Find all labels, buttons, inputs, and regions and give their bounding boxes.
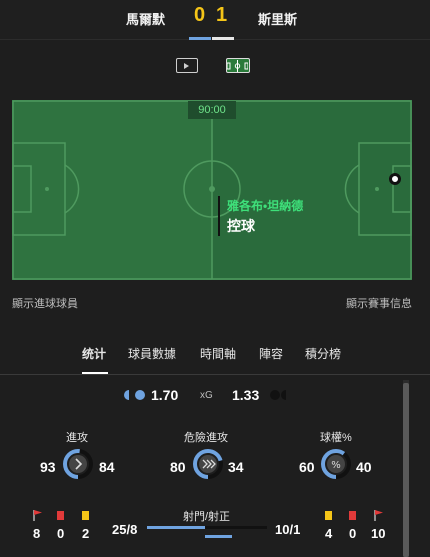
pitch-markings [12,100,412,280]
home-score-underline [189,37,211,40]
possession-player: 雅各布•坦納德 [227,199,304,213]
tab-lineups[interactable]: 陣容 [259,345,283,362]
home-corners-count: 8 [33,526,41,541]
away-yellow-card-icon [325,511,332,520]
away-red-cards-count: 0 [349,526,357,541]
dangerous-attacks-home-value: 80 [170,459,186,475]
away-shots-value: 10/1 [275,522,301,537]
away-red-card-icon [349,511,356,520]
possession-title: 球權% [320,432,352,444]
tab-player-stats[interactable]: 球員數據 [128,345,176,362]
home-shots-value: 25/8 [112,522,138,537]
dangerous-attacks-away-value: 34 [228,459,244,475]
away-shots-bar [205,526,267,529]
away-corners-count: 10 [371,526,386,541]
possession-home-value: 60 [299,459,315,475]
play-icon [184,63,189,69]
home-team-name[interactable]: 馬爾默 [126,9,165,28]
tab-timeline[interactable]: 時間軸 [200,345,236,362]
tab-bar: 统计 球員數據 時間軸 陣容 積分榜 [0,340,430,375]
away-score-underline [212,37,234,40]
away-yellow-cards-count: 4 [325,526,333,541]
dangerous-attacks-gauge [193,449,223,479]
away-team-name[interactable]: 斯里斯 [258,9,297,28]
possession-away-value: 40 [356,459,372,475]
possession-marker [218,196,220,236]
attacks-gauge [63,449,93,479]
away-xg-value: 1.33 [232,387,260,403]
home-xg-value: 1.70 [151,387,179,403]
home-xg-dots-icon [124,390,145,400]
scrollbar-thumb[interactable] [403,383,409,557]
home-shots-on-target-bar [205,535,232,538]
shots-title: 射門/射正 [183,511,231,523]
pitch-icon [226,60,249,72]
home-yellow-cards-count: 2 [82,526,90,541]
home-corner-flag-icon [33,510,42,521]
away-score: 1 [216,4,228,26]
match-clock: 90:00 [188,101,236,119]
possession-gauge: % [321,449,351,479]
home-score: 0 [194,4,206,26]
live-pitch[interactable] [12,100,412,280]
attacks-title: 進攻 [66,432,88,444]
away-corner-flag-icon [374,510,383,521]
pitch-view-button[interactable] [226,58,250,73]
home-yellow-card-icon [82,511,89,520]
attacks-home-value: 93 [40,459,56,475]
away-xg-dots-icon [270,390,286,400]
active-tab-indicator [82,372,108,374]
dangerous-attacks-title: 危險進攻 [184,432,228,444]
show-match-info-link[interactable]: 顯示賽事信息 [346,295,412,311]
attacks-away-value: 84 [99,459,115,475]
percent-icon: % [331,460,341,471]
home-red-cards-count: 0 [57,526,65,541]
ball-icon [389,173,401,185]
tab-standings[interactable]: 積分榜 [305,345,341,362]
home-red-card-icon [57,511,64,520]
match-header: 馬爾默 0 1 斯里斯 [0,0,430,40]
xg-label: xG [200,390,213,401]
video-view-button[interactable] [176,58,198,73]
possession-action: 控球 [227,218,255,234]
show-scorers-link[interactable]: 顯示進球球員 [12,295,78,311]
tab-stats[interactable]: 统计 [82,345,106,362]
